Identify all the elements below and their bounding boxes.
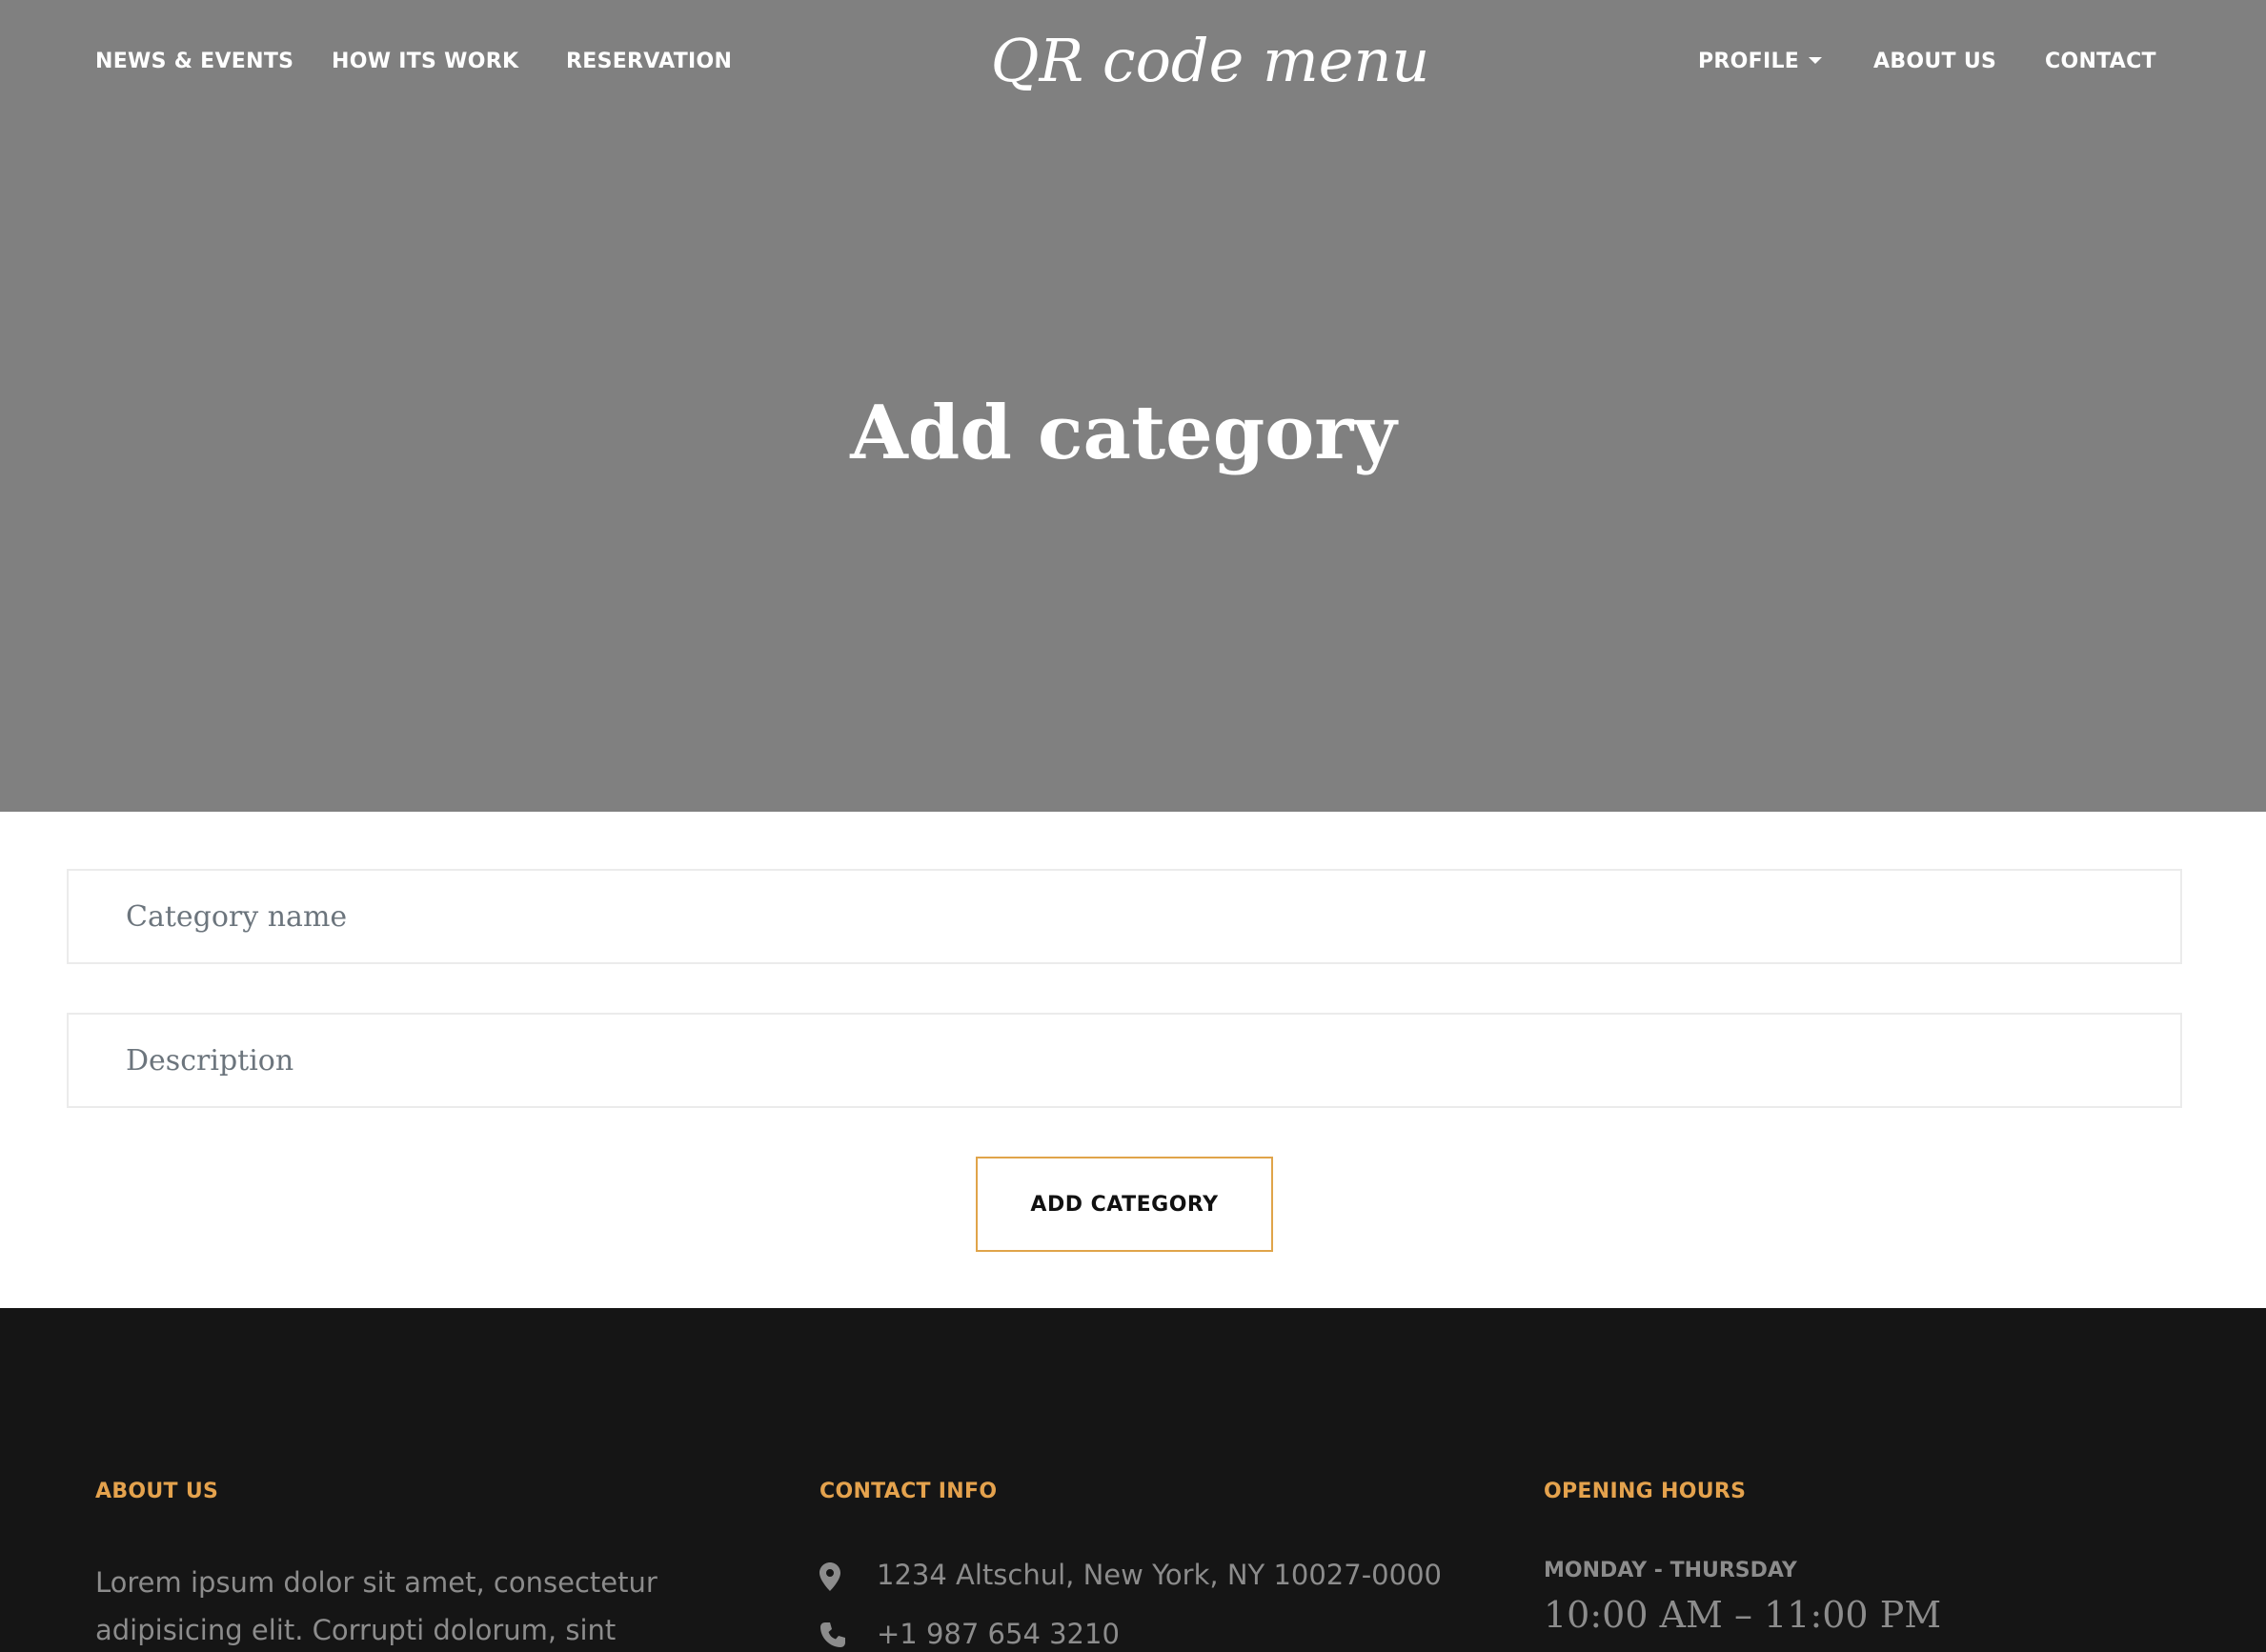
page-title: Add category [850, 390, 1397, 476]
footer-hours-days: MONDAY - THURSDAY [1544, 1559, 1797, 1582]
map-pin-icon [819, 1562, 840, 1591]
footer-address-text: 1234 Altschul, New York, NY 10027-0000 [877, 1559, 1442, 1591]
nav-news-events[interactable]: NEWS & EVENTS [95, 48, 293, 76]
top-navigation: NEWS & EVENTS HOW ITS WORK RESERVATION Q… [0, 0, 2266, 124]
footer-hours-time: 10:00 AM – 11:00 PM [1544, 1594, 1942, 1636]
nav-reservation[interactable]: RESERVATION [566, 48, 732, 76]
category-name-input[interactable] [69, 871, 2180, 962]
description-field [67, 1013, 2182, 1108]
nav-contact[interactable]: CONTACT [2045, 48, 2156, 76]
nav-about-us[interactable]: ABOUT US [1873, 48, 1996, 76]
add-category-button[interactable]: ADD CATEGORY [976, 1157, 1273, 1252]
footer-about-heading: ABOUT US [95, 1480, 219, 1503]
hero-section: NEWS & EVENTS HOW ITS WORK RESERVATION Q… [0, 0, 2266, 812]
nav-how-its-work[interactable]: HOW ITS WORK [332, 48, 518, 76]
phone-icon [820, 1622, 845, 1647]
description-input[interactable] [69, 1015, 2180, 1106]
footer-about-text: Lorem ipsum dolor sit amet, consectetur … [95, 1566, 658, 1646]
category-name-field [67, 869, 2182, 964]
site-footer: ABOUT US Lorem ipsum dolor sit amet, con… [0, 1308, 2266, 1652]
chevron-down-icon [1809, 56, 1823, 64]
nav-profile-dropdown[interactable]: PROFILE [1698, 48, 1823, 76]
nav-profile-label: PROFILE [1698, 50, 1800, 73]
footer-hours-heading: OPENING HOURS [1544, 1480, 1747, 1503]
site-logo[interactable]: QR code menu [953, 23, 1467, 99]
footer-contact-heading: CONTACT INFO [819, 1480, 998, 1503]
footer-phone-text[interactable]: +1 987 654 3210 [877, 1618, 1120, 1650]
